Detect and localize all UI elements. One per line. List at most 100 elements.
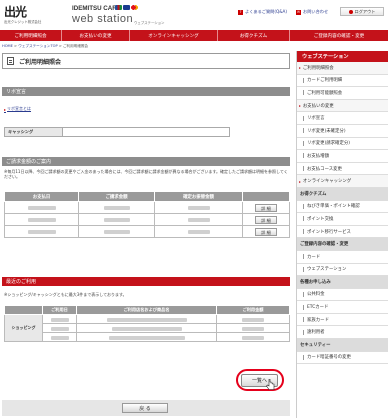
sidebar-item-label: お支払いの変更: [302, 103, 334, 109]
sidebar-item[interactable]: ご利用可能額照会: [297, 87, 388, 100]
link-arrow-icon: ▸: [4, 106, 7, 112]
back-button[interactable]: 戻 る: [122, 403, 168, 413]
sidebar-item: セキュリティー: [297, 339, 388, 352]
table-header-row: お支払日 ご請求金額 確定お振替金額: [4, 191, 290, 202]
mail-icon: ✉: [296, 9, 301, 15]
sidebar-item-label: リボ変更(請求確定分): [307, 141, 350, 147]
sidebar-item[interactable]: カード暗証番号の変更: [297, 351, 388, 365]
table-header-row: ご利用日 ご利用店名および商品名 ご利用金額: [4, 305, 290, 315]
submenu-marker-icon: [303, 229, 304, 235]
billing-note: ※毎月11日以降、今回ご請求額の変更やご入金のあった場合には、今回ご請求額に請求…: [4, 169, 288, 180]
detail-button[interactable]: 詳 細: [255, 203, 277, 212]
sidebar-item[interactable]: 公共料金: [297, 288, 388, 302]
table-row: [5, 323, 290, 333]
idemitsu-logo[interactable]: 出光: [4, 3, 27, 20]
logout-button[interactable]: ログアウト: [340, 7, 384, 16]
col-confirmed-amount: 確定お振替金額: [154, 191, 243, 202]
nav-online-cashing[interactable]: オンラインキャッシング: [130, 30, 218, 41]
col-actions: [242, 191, 290, 202]
billing-table: お支払日 ご請求金額 確定お振替金額 詳 細 詳 細 詳 細: [4, 191, 290, 238]
breadcrumb: HOME > ウェブステーションTOP > ご利用明細照会: [2, 44, 89, 48]
redacted-value: [187, 206, 210, 210]
breadcrumb-home[interactable]: HOME: [2, 44, 13, 48]
sidebar-item-label: カード: [307, 254, 321, 260]
submenu-marker-icon: [303, 166, 304, 172]
breadcrumb-top[interactable]: ウェブステーションTOP: [18, 44, 57, 48]
table-row: 詳 細: [4, 225, 290, 238]
redacted-value: [187, 218, 210, 222]
redacted-value: [50, 335, 69, 340]
redacted-value: [106, 317, 187, 322]
table-row: ショッピング: [4, 314, 290, 342]
logout-icon: [348, 9, 353, 14]
recent-usage-table: ご利用日 ご利用店名および商品名 ご利用金額 ショッピング: [4, 305, 290, 342]
redacted-value: [242, 317, 264, 322]
col-store-item: ご利用店名および商品名: [76, 305, 217, 315]
sidebar-item: ご登録内容の確認・変更: [297, 238, 388, 251]
submenu-marker-icon: [303, 140, 304, 146]
sidebar-item[interactable]: ETCカード: [297, 301, 388, 314]
detail-button[interactable]: 詳 細: [255, 227, 277, 236]
site-header: 出光 出光クレジット株式会社 IDEMITSU CARD web station…: [0, 0, 388, 30]
contact-link[interactable]: ✉ お問い合わせ: [296, 9, 328, 15]
detail-button[interactable]: 詳 細: [255, 215, 277, 224]
redacted-value: [187, 230, 210, 234]
revo-row-value: [62, 127, 230, 137]
submenu-marker-icon: [303, 266, 304, 272]
sidebar-item[interactable]: ポイント交換: [297, 213, 388, 226]
nav-otoku[interactable]: お得クチズム: [218, 30, 290, 41]
sidebar-item-label: リボ宣言: [307, 116, 325, 122]
sidebar-item[interactable]: リボ変更(未確定分): [297, 124, 388, 138]
sidebar-item[interactable]: 家族カード: [297, 313, 388, 327]
sidebar-item[interactable]: リボ変更(請求確定分): [297, 137, 388, 151]
sidebar-item-label: お支払増額: [307, 153, 329, 159]
sidebar-item[interactable]: お支払増額: [297, 150, 388, 163]
sidebar-item-label: カード暗証番号の変更: [307, 355, 351, 361]
sidebar-item-label: セキュリティー: [300, 342, 331, 348]
submenu-marker-icon: [303, 153, 304, 159]
col-usage-date: ご利用日: [42, 305, 77, 315]
col-billing-amount: ご請求金額: [78, 191, 155, 202]
redacted-value: [111, 326, 182, 331]
sidebar-item[interactable]: ▸ オンラインキャッシング: [297, 175, 388, 188]
brand-card-title: IDEMITSU CARD: [72, 5, 122, 12]
sidebar-item[interactable]: ポイント移行サービス: [297, 225, 388, 239]
revo-about-link[interactable]: ▸ リボ宣言とは: [4, 106, 31, 112]
sidebar-item[interactable]: ▸ お支払いの変更: [297, 99, 388, 113]
sidebar-item[interactable]: カード: [297, 250, 388, 264]
sidebar-menu: ▸ ご利用明細照会 カードご利用明細 ご利用可能額照会 ▸ お支払いの変更 リボ宣言 リボ変更…: [297, 62, 388, 365]
sidebar-item: 各種お申し込み: [297, 276, 388, 289]
sidebar-item-label: ポイント交換: [307, 216, 334, 222]
chevron-right-icon: ▸: [299, 103, 301, 109]
nav-statement[interactable]: ご利用明細照会: [0, 30, 62, 41]
nav-registration[interactable]: ご登録内容の確認・変更: [290, 30, 388, 41]
card-brand-icons: [115, 5, 138, 10]
sidebar-item-label: カードご利用明細: [307, 78, 343, 84]
recent-usage-note: ※ショッピング/キャッシングともに最大3件まで表示しております。: [4, 292, 127, 297]
sidebar-item: お得クチズム: [297, 187, 388, 201]
sidebar-item[interactable]: カードご利用明細: [297, 74, 388, 88]
redacted-value: [242, 335, 264, 340]
sidebar-item[interactable]: 遠利用者: [297, 326, 388, 340]
sidebar-item-label: ETCカード: [307, 305, 329, 311]
redacted-value: [103, 218, 130, 222]
main-content: ご利用明細照会 リボ宣言 ▸ リボ宣言とは キャッシング ご請求金額のご案内 ※…: [0, 51, 293, 418]
web-station-logo[interactable]: web station: [72, 13, 133, 25]
faq-icon: ?: [238, 9, 243, 15]
billing-section-header: ご請求金額のご案内: [2, 157, 290, 166]
faq-link[interactable]: ? よくあるご質問(Q&A): [238, 9, 287, 15]
sidebar-item[interactable]: お支払コース変更: [297, 162, 388, 176]
revo-table: キャッシング: [4, 127, 230, 137]
chevron-right-icon: ▸: [299, 65, 301, 71]
company-name: 出光クレジット株式会社: [4, 20, 42, 24]
sidebar-item[interactable]: ねびき単価・ポイント確認: [297, 200, 388, 214]
sidebar-item[interactable]: ▸ ご利用明細照会: [297, 62, 388, 75]
col-usage-amount: ご利用金額: [216, 305, 290, 315]
nav-payment-change[interactable]: お支払いの変更: [62, 30, 130, 41]
sidebar-item-label: ご利用可能額照会: [307, 90, 343, 96]
sidebar-item[interactable]: リボ宣言: [297, 112, 388, 125]
page-title-box: ご利用明細照会: [2, 53, 290, 69]
sidebar-item[interactable]: ウェブステーション: [297, 263, 388, 277]
web-station-subtitle: ウェブステーション: [134, 21, 165, 25]
submenu-marker-icon: [303, 115, 304, 121]
